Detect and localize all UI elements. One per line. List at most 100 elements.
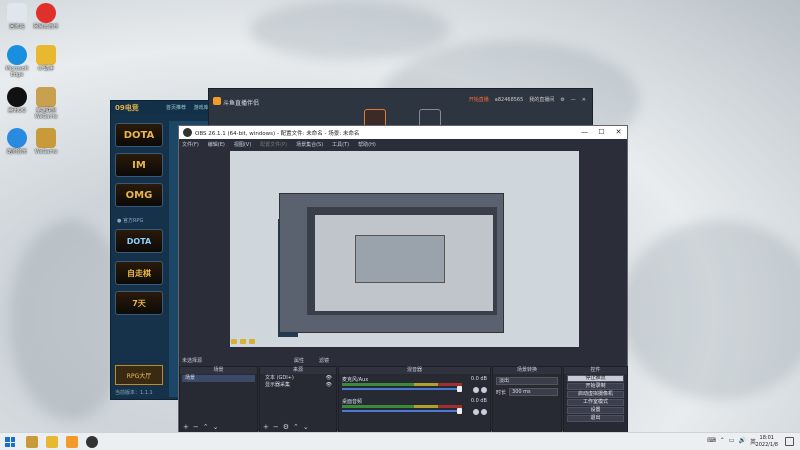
network-icon[interactable]: ▭ (729, 437, 735, 446)
edge-icon (7, 45, 27, 65)
rpg-lobby-button[interactable]: RPG大厅 (115, 365, 163, 385)
gear-icon[interactable] (481, 387, 487, 393)
sources-dock-header: 来源 (260, 367, 336, 374)
eye-icon[interactable]: 👁 (326, 382, 332, 389)
source-item[interactable]: 文本 (GDI+) 👁 (262, 375, 334, 382)
menu-view[interactable]: 视图(V) (234, 141, 251, 148)
eye-icon[interactable]: 👁 (326, 375, 332, 382)
up-icon[interactable]: ⌃ (203, 423, 213, 431)
settings-icon[interactable]: ⚙ (560, 97, 564, 103)
game-tile-omg[interactable]: OMG (115, 183, 163, 207)
obs-preview-canvas[interactable] (230, 151, 579, 347)
transition-type-select[interactable]: 淡出 (496, 377, 558, 385)
channel-db: 0.0 dB (470, 376, 487, 382)
desktop-icon-netease-music[interactable]: 网易云音乐 (29, 3, 63, 31)
notification-icon[interactable] (785, 437, 794, 446)
volume-slider-handle[interactable] (457, 408, 462, 414)
start-virtual-camera-button[interactable]: 启动虚拟摄像机 (567, 391, 624, 398)
speaker-icon[interactable] (473, 387, 479, 393)
taskbar-app-douyu[interactable] (66, 436, 78, 448)
down-icon[interactable]: ⌄ (213, 423, 223, 431)
preview-tool-icon[interactable] (240, 339, 246, 344)
launcher-nav-home[interactable]: 首页推荐 (166, 105, 186, 111)
taskbar: ⌨ ⌃ ▭ 🔊 英 18:01 2022/1/8 (0, 432, 800, 450)
up-icon[interactable]: ⌃ (293, 423, 303, 431)
properties-button[interactable]: 属性 (294, 357, 304, 364)
taskbar-app-launcher[interactable] (46, 436, 58, 448)
obs-menubar: 文件(F) 编辑(E) 视图(V) 配置文件(P) 场景集合(S) 工具(T) … (179, 139, 627, 149)
game-tile-dota-rpg[interactable]: DOTA (115, 229, 163, 253)
add-icon[interactable]: + (263, 423, 273, 431)
start-live-button[interactable]: 开始直播 (469, 96, 489, 103)
mixer-channel-desktop: 桌面音频 0.0 dB (339, 396, 490, 418)
gear-icon[interactable] (481, 409, 487, 415)
scenes-dock-footer: +−⌃⌄ (183, 423, 223, 431)
source-item-label: 显示器采集 (265, 382, 291, 388)
menu-tools[interactable]: 工具(T) (332, 141, 349, 148)
menu-file[interactable]: 文件(F) (182, 141, 199, 148)
minimize-icon[interactable]: — (571, 97, 576, 103)
mixer-dock-header: 混音器 (339, 367, 490, 374)
desktop-icon-lol[interactable]: 英雄联盟WeGame (29, 87, 63, 120)
game-tile-im[interactable]: IM (115, 153, 163, 177)
my-live-room-link[interactable]: 我的直播间 (529, 96, 554, 103)
volume-slider[interactable] (342, 388, 462, 390)
obs-logo-icon (183, 128, 192, 137)
desktop-icon-wegame[interactable]: WeGame (29, 128, 63, 156)
exit-button[interactable]: 退出 (567, 415, 624, 422)
desktop-icon-cf[interactable]: CF助手 (29, 45, 63, 73)
start-recording-button[interactable]: 开始录制 (567, 383, 624, 390)
game-tile-auto-chess[interactable]: 自走棋 (115, 261, 163, 285)
cf-icon (36, 45, 56, 65)
settings-button[interactable]: 设置 (567, 407, 624, 414)
add-icon[interactable]: + (183, 423, 193, 431)
duration-input[interactable]: 300 ms (509, 388, 558, 396)
volume-meter (342, 383, 462, 386)
qq-penguin-icon (7, 87, 27, 107)
taskbar-clock[interactable]: 18:01 2022/1/8 (756, 435, 778, 449)
stop-streaming-button[interactable]: 停止推流 (567, 375, 624, 382)
remove-icon[interactable]: − (273, 423, 283, 431)
taskbar-app-obs[interactable] (86, 436, 98, 448)
close-icon[interactable]: ✕ (582, 97, 586, 103)
menu-edit[interactable]: 编辑(E) (208, 141, 225, 148)
douyu-title: 斗鱼直播伴侣 (223, 100, 260, 107)
studio-mode-button[interactable]: 工作室模式 (567, 399, 624, 406)
transitions-dock: 场景转换 淡出 时长 300 ms (492, 366, 562, 433)
speaker-icon[interactable] (473, 409, 479, 415)
filters-button[interactable]: 滤镜 (319, 357, 329, 364)
audio-mixer-dock: 混音器 麦克风/Aux 0.0 dB 桌面音频 0.0 dB (338, 366, 491, 433)
obs-window[interactable]: OBS 26.1.1 (64-bit, windows) - 配置文件: 未命名… (178, 125, 628, 433)
scene-item[interactable]: 场景 (182, 375, 255, 382)
remove-icon[interactable]: − (193, 423, 203, 431)
kugou-icon (7, 128, 27, 148)
maximize-icon[interactable]: ☐ (593, 126, 610, 139)
netease-music-icon (36, 3, 56, 23)
menu-help[interactable]: 帮助(H) (358, 141, 376, 148)
menu-scene-collection[interactable]: 场景集合(S) (296, 141, 323, 148)
sources-dock: 来源 文本 (GDI+) 👁 显示器采集 👁 +−⚙⌃⌄ (259, 366, 337, 433)
volume-slider[interactable] (342, 410, 462, 412)
volume-meter (342, 405, 462, 408)
launcher-nav-library[interactable]: 游戏库 (194, 105, 209, 111)
taskbar-app-wegame[interactable] (26, 436, 38, 448)
volume-icon[interactable]: 🔊 (739, 437, 746, 446)
game-tile-seven-days[interactable]: 7天 (115, 291, 163, 315)
menu-profile[interactable]: 配置文件(P) (260, 141, 287, 148)
preview-tool-icon[interactable] (249, 339, 255, 344)
source-item[interactable]: 显示器采集 👁 (262, 382, 334, 389)
minimize-icon[interactable]: — (576, 126, 593, 139)
game-tile-dota[interactable]: DOTA (115, 123, 163, 147)
close-icon[interactable]: ✕ (610, 126, 627, 139)
keyboard-icon[interactable]: ⌨ (707, 437, 716, 446)
scenes-dock-header: 场景 (180, 367, 257, 374)
gear-icon[interactable]: ⚙ (283, 423, 293, 431)
controls-dock-header: 控件 (564, 367, 627, 374)
volume-slider-handle[interactable] (457, 386, 462, 392)
preview-tool-icon[interactable] (231, 339, 237, 344)
start-button[interactable] (5, 437, 15, 447)
chevron-up-icon[interactable]: ⌃ (720, 437, 725, 446)
down-icon[interactable]: ⌄ (303, 423, 313, 431)
mixer-channel-mic: 麦克风/Aux 0.0 dB (339, 374, 490, 396)
douyu-user[interactable]: a82468565 (495, 97, 524, 103)
